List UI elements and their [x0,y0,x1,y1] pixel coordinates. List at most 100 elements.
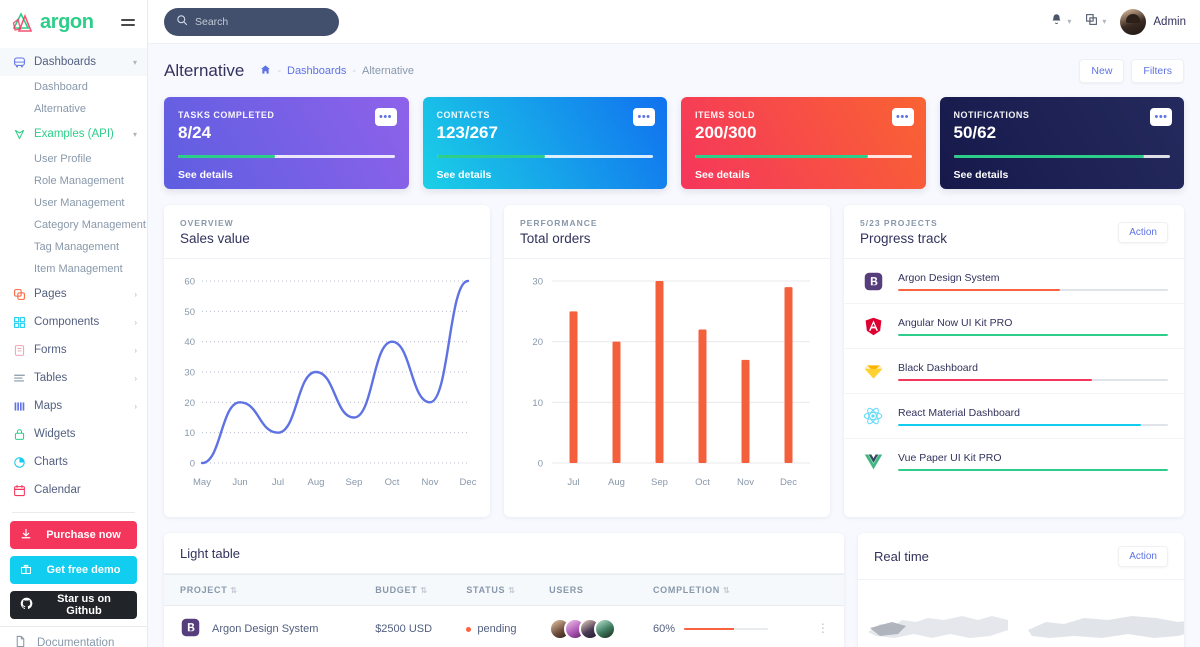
sidebar-item-examples[interactable]: Examples (API) ▾ [0,120,147,148]
hamburger-icon[interactable] [121,18,137,26]
user-name: Admin [1153,15,1186,28]
gift-icon [20,563,32,578]
column-header-budget[interactable]: BUDGET ⇅ [367,574,459,606]
user-menu[interactable]: Admin [1120,8,1186,35]
stat-card-label: TASKS COMPLETED [178,110,275,120]
kebab-icon[interactable]: ⋮ [817,621,829,635]
sidebar-subitem-role-management[interactable]: Role Management [0,170,147,192]
track-row[interactable]: Black Dashboard [844,349,1184,394]
sidebar-item-pages[interactable]: Pages › [0,280,147,308]
search-input[interactable] [195,15,327,28]
see-details-link[interactable]: See details [437,169,654,181]
vue-icon [860,448,886,474]
svg-text:Oct: Oct [695,477,710,488]
stat-card-contacts: CONTACTS 123/267 ••• See details [422,97,667,189]
apps-dropdown[interactable]: ▾ [1085,13,1106,31]
sidebar-item-widgets[interactable]: Widgets [0,420,147,448]
stat-card-menu-button[interactable]: ••• [374,108,397,126]
track-progress [898,468,1168,471]
chevron-down-icon: ▾ [1102,17,1107,26]
sidebar-item-forms[interactable]: Forms › [0,336,147,364]
column-header-completion[interactable]: COMPLETION ⇅ [644,574,809,606]
sidebar-subitem-alternative[interactable]: Alternative [0,98,147,120]
sidebar-item-calendar[interactable]: Calendar [0,476,147,504]
sidebar-item-charts[interactable]: Charts [0,448,147,476]
sidebar-item-maps[interactable]: Maps › [0,392,147,420]
sidebar-subitem-dashboard[interactable]: Dashboard [0,76,147,98]
sidebar-item-components[interactable]: Components › [0,308,147,336]
track-row[interactable]: React Material Dashboard [844,394,1184,439]
column-header-status[interactable]: STATUS ⇅ [458,574,542,606]
svg-text:10: 10 [184,428,195,439]
stat-card-progress [178,155,395,158]
sidebar-item-dashboards[interactable]: Dashboards ▾ [0,48,147,76]
get-free-demo-button[interactable]: Get free demo [10,556,137,584]
progress-track-action-button[interactable]: Action [1118,221,1168,243]
breadcrumb-item-dashboards[interactable]: Dashboards [287,65,346,77]
notifications-dropdown[interactable]: ▾ [1050,13,1071,31]
column-label: STATUS [466,585,506,595]
svg-text:40: 40 [184,337,195,348]
sidebar-label: Components [34,316,100,328]
page-actions: New Filters [1079,59,1184,83]
chevron-down-icon: ▾ [132,57,137,67]
see-details-link[interactable]: See details [178,169,395,181]
table-row[interactable]: Argon Design System $2500 USD pending 60… [164,605,844,647]
sales-value-panel: OVERVIEW Sales value 0 10 20 30 40 50 60 May Jun… [164,205,490,517]
sidebar: argon Dashboards ▾ Dashboard Alternative… [0,0,148,647]
see-details-link[interactable]: See details [954,169,1171,181]
bar-chart: 0 10 20 30 Jul Aug Sep Oct Nov Dec [504,259,830,517]
track-name: Vue Paper UI Kit PRO [898,451,1002,464]
search-box[interactable] [164,7,339,36]
track-main: Vue Paper UI Kit PRO [898,452,1168,471]
button-label: Purchase now [46,529,121,541]
status-badge: pending [477,623,517,635]
argon-logo-icon [12,10,38,34]
real-time-action-button[interactable]: Action [1118,546,1168,567]
panel-title: Light table [180,546,240,561]
track-row[interactable]: Vue Paper UI Kit PRO [844,439,1184,483]
star-github-button[interactable]: Star us on Github [10,591,137,619]
panel-title: Sales value [180,231,250,246]
track-progress [898,378,1168,381]
stat-card-menu-button[interactable]: ••• [891,108,914,126]
svg-text:Jun: Jun [232,477,247,488]
breadcrumb: - Dashboards - Alternative [260,64,414,78]
sidebar-subitem-user-management[interactable]: User Management [0,192,147,214]
sidebar-subitem-item-management[interactable]: Item Management [0,258,147,280]
table-body: Argon Design System $2500 USD pending 60… [164,605,844,647]
page-title: Alternative [164,61,245,80]
button-label: Star us on Github [57,593,111,617]
stat-card-menu-button[interactable]: ••• [633,108,655,126]
track-row[interactable]: Angular Now UI Kit PRO [844,304,1184,349]
column-header-project[interactable]: PROJECT ⇅ [164,574,368,606]
line-chart: 0 10 20 30 40 50 60 May Jun Jul Aug Sep Oct Nov Dec [164,259,490,517]
panel-header: Real time Action [858,533,1184,580]
stat-card-value: 8/24 [178,123,212,142]
sidebar-item-documentation[interactable]: Documentation [0,626,147,647]
panel-supertitle: 5/23 PROJECTS [860,218,938,228]
svg-text:Jul: Jul [272,477,284,488]
svg-text:10: 10 [532,398,543,409]
brand[interactable]: argon [0,0,147,44]
chevron-right-icon: › [134,373,137,383]
sidebar-label: Documentation [37,637,115,647]
sidebar-label: Dashboards [34,56,97,68]
filters-button[interactable]: Filters [1131,59,1184,83]
purchase-now-button[interactable]: Purchase now [10,521,137,549]
see-details-link[interactable]: See details [695,169,912,181]
cell-actions: ⋮ [808,605,844,647]
panel-title: Real time [874,549,929,564]
track-row[interactable]: Argon Design System [844,259,1184,304]
new-button[interactable]: New [1079,59,1125,83]
sidebar-subitem-user-profile[interactable]: User Profile [0,148,147,170]
stat-card-menu-button[interactable]: ••• [1150,108,1172,126]
sidebar-subitem-category-management[interactable]: Category Management [0,214,147,236]
sidebar-item-tables[interactable]: Tables › [0,364,147,392]
completion-value: 60% [652,623,675,635]
avatar [1120,8,1147,35]
sidebar-subitem-tag-management[interactable]: Tag Management [0,236,147,258]
column-header-users[interactable]: USERS [541,574,645,606]
breadcrumb-separator: - [352,65,356,77]
home-icon[interactable] [260,64,271,78]
